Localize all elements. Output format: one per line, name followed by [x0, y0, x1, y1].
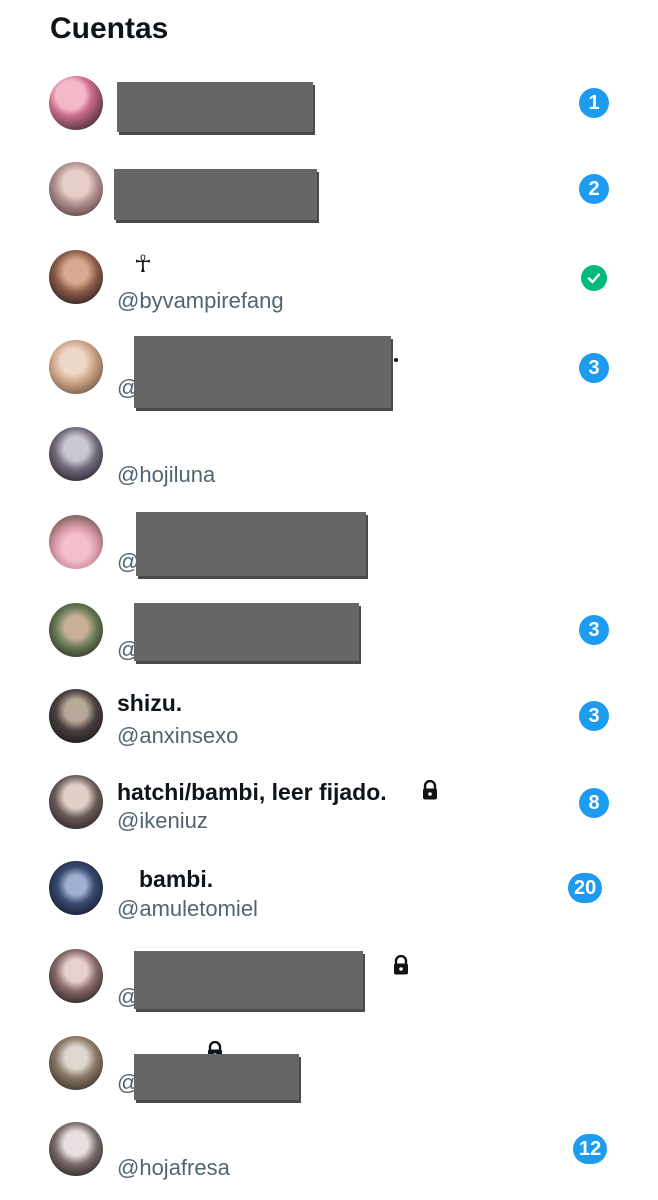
unread-badge: 3 — [579, 353, 609, 383]
avatar[interactable] — [49, 1122, 103, 1176]
account-row[interactable]: @ 3 — [0, 318, 658, 408]
redacted-name — [134, 336, 391, 408]
redacted-name — [114, 169, 317, 220]
avatar[interactable] — [49, 250, 103, 304]
account-row[interactable]: 2 — [0, 146, 658, 232]
account-handle: @ikeniuz — [117, 808, 208, 833]
avatar[interactable] — [49, 689, 103, 743]
account-name: shizu. — [117, 690, 183, 716]
avatar[interactable] — [49, 515, 103, 569]
account-row[interactable]: 1 — [0, 60, 658, 146]
account-row[interactable]: bambi. @amuletomiel 20 — [0, 834, 658, 921]
lock-icon — [421, 779, 439, 805]
account-handle: @hojiluna — [117, 462, 216, 487]
account-row[interactable]: @ 3 — [0, 576, 658, 662]
avatar[interactable] — [49, 603, 103, 657]
account-name: hatchi/bambi, leer fijado. — [117, 779, 387, 805]
separator-dot — [394, 358, 398, 362]
avatar[interactable] — [49, 340, 103, 394]
account-row[interactable]: hatchi/bambi, leer fijado. @ikeniuz 8 — [0, 748, 658, 834]
unread-badge: 3 — [579, 615, 609, 645]
avatar[interactable] — [49, 1036, 103, 1090]
unread-badge: 8 — [579, 788, 609, 818]
account-row[interactable]: @ — [0, 920, 658, 1009]
unread-badge: 1 — [579, 88, 609, 118]
unread-badge: 12 — [573, 1134, 608, 1164]
lock-icon — [392, 954, 410, 980]
page-title: Cuentas — [50, 12, 169, 45]
account-row[interactable]: @hojafresa 12 — [0, 1092, 658, 1180]
account-row[interactable]: ☥ @byvampirefang — [0, 232, 658, 318]
redacted-name — [136, 512, 366, 576]
avatar[interactable] — [49, 427, 103, 481]
account-row[interactable]: @ — [0, 1006, 658, 1100]
unread-badge: 2 — [579, 174, 609, 204]
avatar[interactable] — [49, 775, 103, 829]
unread-badge: 20 — [568, 873, 603, 903]
account-handle: @anxinsexo — [117, 723, 239, 748]
unread-badge: 3 — [579, 701, 609, 731]
redacted-name — [117, 82, 313, 132]
avatar[interactable] — [49, 949, 103, 1003]
avatar[interactable] — [49, 162, 103, 216]
account-row[interactable]: @ — [0, 490, 658, 576]
account-row[interactable]: shizu. @anxinsexo 3 — [0, 662, 658, 748]
redacted-name — [134, 951, 363, 1009]
check-icon — [581, 265, 607, 291]
account-handle: @hojafresa — [117, 1155, 230, 1180]
account-name: bambi. — [139, 866, 214, 892]
redacted-name — [134, 603, 359, 661]
avatar[interactable] — [49, 861, 103, 915]
account-row[interactable]: @hojiluna — [0, 404, 658, 490]
name-symbol: ☥ — [134, 251, 152, 278]
account-handle: @amuletomiel — [117, 896, 258, 921]
account-handle: @byvampirefang — [117, 288, 284, 313]
avatar[interactable] — [49, 76, 103, 130]
